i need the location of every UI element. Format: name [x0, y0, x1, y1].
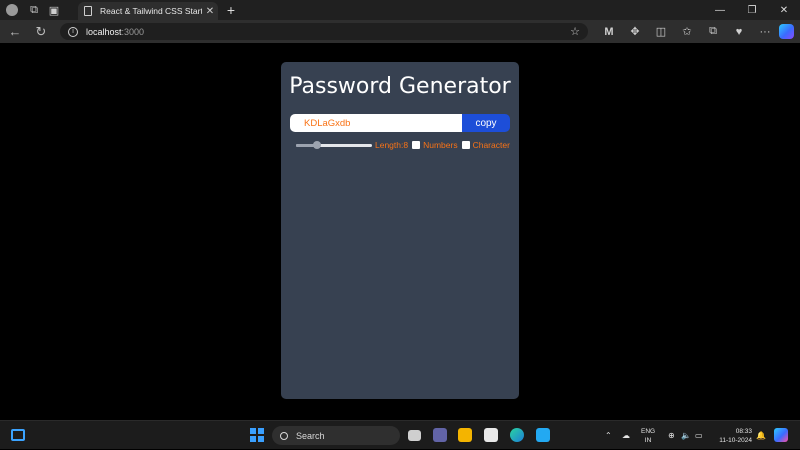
character-label: Character — [472, 140, 510, 150]
collections-icon[interactable]: ⧉ — [700, 25, 726, 38]
weather-icon[interactable]: ☁ — [622, 421, 630, 450]
password-row: copy — [290, 114, 510, 132]
teams-icon[interactable] — [433, 428, 447, 442]
clock-date: 11-10-2024 — [719, 437, 752, 444]
page-viewport: Password Generator copy Length:8 Numbers… — [0, 43, 800, 420]
volume-icon[interactable]: 🔈 — [681, 421, 691, 450]
show-hidden-icons[interactable]: ⌃ — [605, 421, 612, 450]
store-icon[interactable] — [484, 428, 498, 442]
extension-m-icon[interactable]: M — [596, 26, 622, 38]
taskbar: Search ⌃ ☁ ENG IN ⊕ 🔈 ▭ 08:33 11-10-2024… — [0, 420, 800, 449]
copilot-taskbar-icon[interactable] — [774, 428, 788, 442]
split-screen-icon[interactable]: ◫ — [648, 25, 674, 38]
tab-title: React & Tailwind CSS Starter Pack — [100, 6, 202, 16]
slider-thumb[interactable] — [313, 141, 321, 149]
vscode-icon[interactable] — [536, 428, 550, 442]
numbers-label: Numbers — [423, 140, 458, 150]
task-view-icon[interactable] — [408, 430, 421, 441]
search-icon — [280, 431, 288, 440]
copilot-icon[interactable] — [779, 24, 794, 39]
network-icon[interactable]: ⊕ — [668, 421, 675, 450]
password-field[interactable] — [290, 114, 462, 132]
page-title: Password Generator — [289, 74, 511, 99]
search-label: Search — [296, 430, 325, 441]
url-host: localhost — [86, 26, 122, 37]
language-code: ENG — [641, 428, 656, 435]
close-tab-icon[interactable]: ✕ — [202, 6, 218, 17]
browser-essentials-icon[interactable]: ♥ — [726, 26, 752, 38]
favorites-icon[interactable]: ✩ — [674, 25, 700, 38]
generator-card: Password Generator copy Length:8 Numbers… — [281, 62, 519, 399]
browser-toolbar: M ✥ ◫ ✩ ⧉ ♥ ··· — [596, 20, 778, 43]
site-info-icon[interactable]: i — [68, 26, 78, 37]
url-port: :3000 — [121, 26, 145, 37]
extensions-icon[interactable]: ✥ — [622, 25, 648, 38]
restore-icon[interactable]: ❐ — [736, 0, 768, 20]
length-slider[interactable] — [296, 139, 372, 151]
profile-avatar[interactable] — [6, 4, 18, 16]
address-bar: ← ↻ i localhost:3000 ☆ M ✥ ◫ ✩ ⧉ ♥ ··· — [0, 20, 800, 43]
minimize-icon[interactable]: — — [704, 0, 736, 20]
edge-icon[interactable] — [510, 428, 524, 442]
options-row: Length:8 Numbers Character — [296, 139, 510, 151]
back-icon[interactable]: ← — [2, 20, 28, 43]
workspaces-icon[interactable]: ⧉ — [24, 0, 44, 20]
tab-actions-icon[interactable]: ▣ — [44, 0, 64, 20]
more-menu-icon[interactable]: ··· — [752, 26, 778, 38]
numbers-checkbox[interactable] — [412, 141, 421, 149]
copy-button[interactable]: copy — [462, 114, 510, 132]
url-field[interactable]: i localhost:3000 ☆ — [60, 23, 588, 40]
taskbar-search[interactable]: Search — [272, 426, 400, 445]
character-checkbox[interactable] — [461, 141, 470, 149]
new-tab-icon[interactable]: + — [222, 0, 240, 20]
close-window-icon[interactable]: ✕ — [768, 0, 800, 20]
widgets-icon[interactable] — [11, 429, 25, 441]
browser-tab[interactable]: React & Tailwind CSS Starter Pack ✕ — [78, 2, 218, 20]
clock-time: 08:33 — [735, 428, 752, 435]
clock[interactable]: 08:33 11-10-2024 — [714, 427, 752, 445]
window-controls: — ❐ ✕ — [704, 0, 800, 20]
refresh-icon[interactable]: ↻ — [28, 20, 54, 43]
language-region: IN — [644, 437, 652, 444]
battery-icon[interactable]: ▭ — [695, 421, 703, 450]
favorite-star-icon[interactable]: ☆ — [570, 25, 580, 38]
start-button[interactable] — [250, 428, 264, 442]
language-indicator[interactable]: ENG IN — [641, 427, 655, 445]
notifications-icon[interactable]: 🔔 — [756, 421, 766, 450]
file-explorer-icon[interactable] — [458, 428, 472, 442]
length-label: Length:8 — [375, 140, 409, 150]
page-icon — [84, 6, 92, 16]
